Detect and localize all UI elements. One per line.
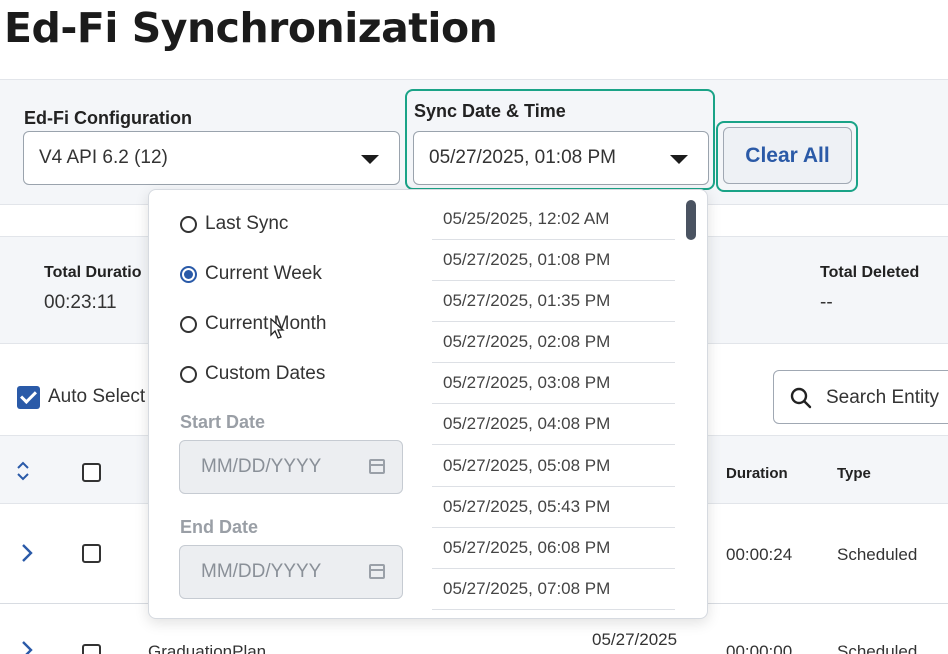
start-date-input[interactable]: MM/DD/YYYY [179,440,403,494]
search-input[interactable]: Search Entity [773,370,948,424]
duration-header: Duration [726,465,788,482]
timestamp-option[interactable]: 05/27/2025, 07:08 PM [432,569,675,610]
auto-select-label: Auto Select [48,386,146,407]
row-date: 05/27/2025 [592,630,678,649]
sync-select[interactable]: 05/27/2025, 01:08 PM [413,131,709,185]
timestamp-option[interactable]: 05/27/2025, 05:43 PM [432,487,675,528]
option-label: Current Week [205,263,322,284]
timestamp-option[interactable]: 05/27/2025, 01:08 PM [432,240,675,281]
radio-icon[interactable] [180,365,197,383]
timestamp-option[interactable]: 05/25/2025, 12:02 AM [432,199,675,240]
timestamp-option[interactable]: 05/27/2025, 03:08 PM [432,363,675,404]
scrollbar-thumb[interactable] [686,200,696,240]
config-select-value: V4 API 6.2 (12) [39,147,168,168]
start-date-label: Start Date [180,412,266,432]
search-placeholder: Search Entity [826,387,939,408]
page-title: Ed-Fi Synchronization [4,4,498,52]
radio-selected-icon[interactable] [180,265,197,283]
option-label: Current Month [205,313,327,334]
end-date-label: End Date [180,517,259,537]
radio-icon[interactable] [180,315,197,333]
timestamp-option[interactable]: 05/27/2025, 04:08 PM [432,404,675,445]
row-duration: 00:00:24 [726,545,793,564]
chevron-down-icon [361,155,379,164]
row-checkbox[interactable] [82,644,101,654]
timestamp-option[interactable]: 05/27/2025, 05:08 PM [432,446,675,487]
total-duration-label: Total Duratio [44,264,142,281]
config-label: Ed-Fi Configuration [24,108,192,128]
option-current-week[interactable]: Current Week [180,263,322,285]
calendar-icon[interactable] [369,564,385,579]
timestamp-option[interactable]: 05/27/2025, 02:08 PM [432,322,675,363]
chevron-right-icon[interactable] [20,543,34,563]
chevron-right-icon[interactable] [20,640,34,654]
search-icon [790,387,812,409]
sync-label: Sync Date & Time [414,101,566,121]
option-label: Custom Dates [205,363,326,384]
chevron-down-icon [670,155,688,164]
end-date-placeholder: MM/DD/YYYY [201,561,322,582]
sync-date-dropdown: Last Sync Current Week Current Month Cus… [148,189,708,619]
row-entity-name: GraduationPlan [148,642,267,654]
sync-select-value: 05/27/2025, 01:08 PM [429,147,616,168]
option-custom-dates[interactable]: Custom Dates [180,363,325,385]
calendar-icon[interactable] [369,459,385,474]
start-date-placeholder: MM/DD/YYYY [201,456,322,477]
total-duration-value: 00:23:11 [44,292,117,313]
select-all-checkbox[interactable] [82,463,101,482]
option-label: Last Sync [205,213,289,234]
row-checkbox[interactable] [82,544,101,563]
total-deleted-value: -- [820,292,833,313]
timestamp-option[interactable]: 05/27/2025, 06:08 PM [432,528,675,569]
total-deleted-label: Total Deleted [820,264,920,281]
option-current-month[interactable]: Current Month [180,313,326,335]
row-type: Scheduled [837,642,918,654]
option-last-sync[interactable]: Last Sync [180,213,288,235]
row-duration: 00:00:00 [726,642,793,654]
type-header: Type [837,465,871,482]
config-select[interactable]: V4 API 6.2 (12) [23,131,400,185]
cursor-icon [270,318,285,339]
sort-icon[interactable] [15,460,31,482]
radio-icon[interactable] [180,215,197,233]
clear-all-button[interactable]: Clear All [723,127,852,184]
auto-select-checkbox[interactable] [17,386,40,409]
end-date-input[interactable]: MM/DD/YYYY [179,545,403,599]
row-type: Scheduled [837,545,918,564]
timestamp-option[interactable]: 05/27/2025, 01:35 PM [432,281,675,322]
page: Ed-Fi Synchronization Ed-Fi Configuratio… [0,0,948,654]
